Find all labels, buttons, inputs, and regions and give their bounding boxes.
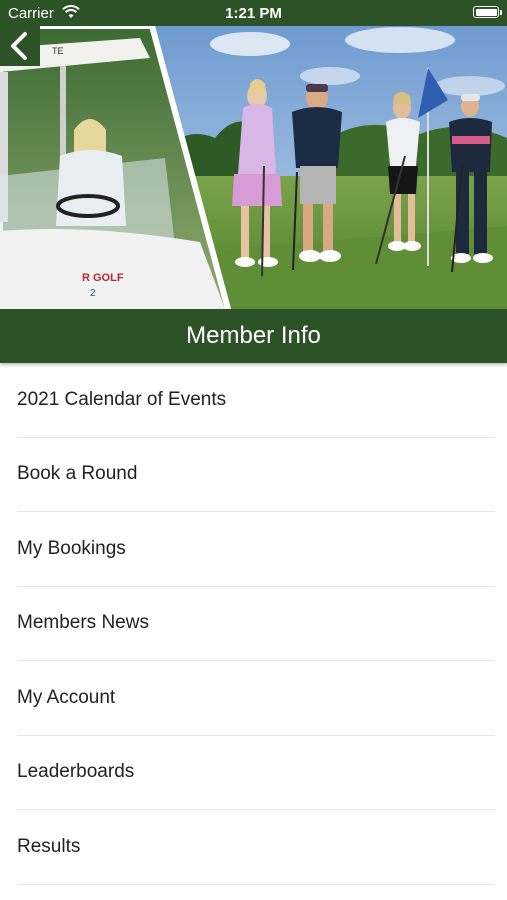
menu-item-label: Results (17, 835, 81, 857)
hero-banner: TE R GOLF 2 (0, 26, 507, 309)
chevron-left-icon (11, 32, 27, 60)
menu-item-results[interactable]: Results (17, 810, 495, 885)
status-bar: Carrier 1:21 PM (0, 0, 507, 26)
status-time: 1:21 PM (225, 5, 282, 22)
svg-text:2: 2 (90, 288, 96, 299)
golfers-hero-image: TE R GOLF 2 (0, 26, 507, 309)
menu-item-label: 2021 Calendar of Events (17, 388, 227, 410)
menu-item-members-news[interactable]: Members News (17, 587, 495, 661)
menu-item-leaderboards[interactable]: Leaderboards (17, 736, 495, 810)
menu-item-label: Book a Round (17, 463, 138, 485)
battery-icon (473, 6, 502, 18)
cart-logo-text: R GOLF (82, 272, 124, 284)
menu-item-label: My Bookings (17, 537, 126, 559)
menu-item-book-a-round[interactable]: Book a Round (17, 438, 495, 512)
svg-text:TE: TE (52, 46, 64, 56)
menu-item-calendar-of-events[interactable]: 2021 Calendar of Events (17, 363, 495, 438)
back-button[interactable] (0, 26, 40, 66)
menu-item-my-account[interactable]: My Account (17, 661, 495, 736)
menu-item-label: My Account (17, 686, 116, 708)
menu-item-label: Members News (17, 612, 149, 634)
page-title: Member Info (186, 322, 321, 349)
menu-item-label: Leaderboards (17, 761, 135, 783)
menu-item-my-bookings[interactable]: My Bookings (17, 512, 495, 587)
page-title-bar: Member Info (0, 309, 507, 363)
member-menu-list: 2021 Calendar of Events Book a Round My … (0, 363, 507, 885)
